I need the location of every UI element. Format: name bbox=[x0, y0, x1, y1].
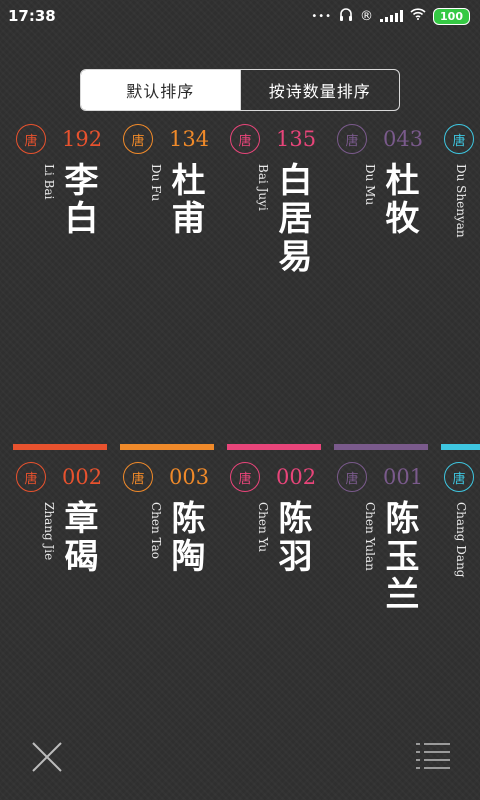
status-bar: 17:38 ••• ® 100 bbox=[0, 0, 480, 32]
poet-pinyin: Chen Yu bbox=[256, 502, 270, 553]
dynasty-badge: 唐 bbox=[337, 462, 367, 492]
dynasty-badge: 唐 bbox=[16, 124, 46, 154]
dynasty-badge: 唐 bbox=[230, 462, 260, 492]
poet-list-screen: 17:38 ••• ® 100 默认排序 按诗数量排序 唐 192 Li Bai… bbox=[0, 0, 480, 800]
poet-name: 陈羽 bbox=[272, 500, 312, 576]
poet-card[interactable]: 唐 135 Bai Juyi 白居易 bbox=[230, 124, 330, 304]
poet-card[interactable]: 唐 Chang Dang bbox=[444, 462, 480, 642]
poet-card[interactable]: 唐 134 Du Fu 杜甫 bbox=[123, 124, 223, 304]
poet-name: 白居易 bbox=[272, 162, 312, 276]
poet-card[interactable]: 唐 001 Chen Yulan 陈玉兰 bbox=[337, 462, 437, 642]
color-divider-bar bbox=[441, 444, 480, 450]
poem-count: 002 bbox=[276, 465, 317, 489]
poem-count: 001 bbox=[383, 465, 424, 489]
poet-pinyin: Du Shenyan bbox=[454, 164, 468, 238]
poem-count: 192 bbox=[62, 127, 103, 151]
poem-count: 043 bbox=[383, 127, 424, 151]
close-icon bbox=[32, 742, 62, 772]
battery-icon: 100 bbox=[433, 7, 470, 25]
color-divider-bar bbox=[13, 444, 107, 450]
dynasty-badge: 唐 bbox=[444, 462, 474, 492]
poem-count: 002 bbox=[62, 465, 103, 489]
color-divider-bar bbox=[120, 444, 214, 450]
signal-strength-icon bbox=[380, 10, 404, 22]
sort-segmented-control: 默认排序 按诗数量排序 bbox=[80, 69, 400, 111]
poet-card[interactable]: 唐 002 Zhang Jie 章碣 bbox=[16, 462, 116, 642]
poet-name: 陈玉兰 bbox=[379, 500, 419, 614]
poem-count: 134 bbox=[169, 127, 210, 151]
poet-pinyin: Du Mu bbox=[363, 164, 377, 206]
tab-default-sort[interactable]: 默认排序 bbox=[81, 70, 240, 110]
poet-card[interactable]: 唐 043 Du Mu 杜牧 bbox=[337, 124, 437, 304]
dynasty-badge: 唐 bbox=[123, 462, 153, 492]
dynasty-badge: 唐 bbox=[230, 124, 260, 154]
poet-card[interactable]: 唐 192 Li Bai 李白 bbox=[16, 124, 116, 304]
poet-pinyin: Du Fu bbox=[149, 164, 163, 202]
color-divider-bar bbox=[334, 444, 428, 450]
dynasty-badge: 唐 bbox=[337, 124, 367, 154]
status-time: 17:38 bbox=[8, 7, 56, 25]
poet-name: 李白 bbox=[58, 162, 98, 238]
registered-icon: ® bbox=[360, 8, 374, 24]
poem-count: 135 bbox=[276, 127, 317, 151]
tab-sort-by-poem-count[interactable]: 按诗数量排序 bbox=[239, 70, 400, 110]
poet-pinyin: Chen Yulan bbox=[363, 502, 377, 571]
poet-card[interactable]: 唐 Du Shenyan bbox=[444, 124, 480, 304]
list-menu-button[interactable] bbox=[414, 740, 452, 770]
poet-pinyin: Zhang Jie bbox=[42, 502, 56, 561]
poet-pinyin: Chang Dang bbox=[454, 502, 468, 578]
poet-pinyin: Chen Tao bbox=[149, 502, 163, 560]
list-menu-icon bbox=[416, 743, 450, 769]
poem-count: 003 bbox=[169, 465, 210, 489]
poet-name: 杜甫 bbox=[165, 162, 205, 238]
color-divider-bar bbox=[227, 444, 321, 450]
status-icons: ••• ® 100 bbox=[311, 7, 470, 25]
notification-dots-icon: ••• bbox=[311, 10, 333, 22]
close-button[interactable] bbox=[30, 740, 64, 774]
dynasty-badge: 唐 bbox=[444, 124, 474, 154]
dynasty-badge: 唐 bbox=[123, 124, 153, 154]
poet-pinyin: Bai Juyi bbox=[256, 164, 270, 211]
poet-name: 杜牧 bbox=[379, 162, 419, 238]
dynasty-badge: 唐 bbox=[16, 462, 46, 492]
wifi-icon bbox=[410, 8, 426, 24]
poet-pinyin: Li Bai bbox=[42, 164, 56, 200]
poet-card[interactable]: 唐 002 Chen Yu 陈羽 bbox=[230, 462, 330, 642]
poet-card[interactable]: 唐 003 Chen Tao 陈陶 bbox=[123, 462, 223, 642]
poet-name: 陈陶 bbox=[165, 500, 205, 576]
headphones-icon bbox=[339, 7, 353, 25]
poet-name: 章碣 bbox=[58, 500, 98, 576]
